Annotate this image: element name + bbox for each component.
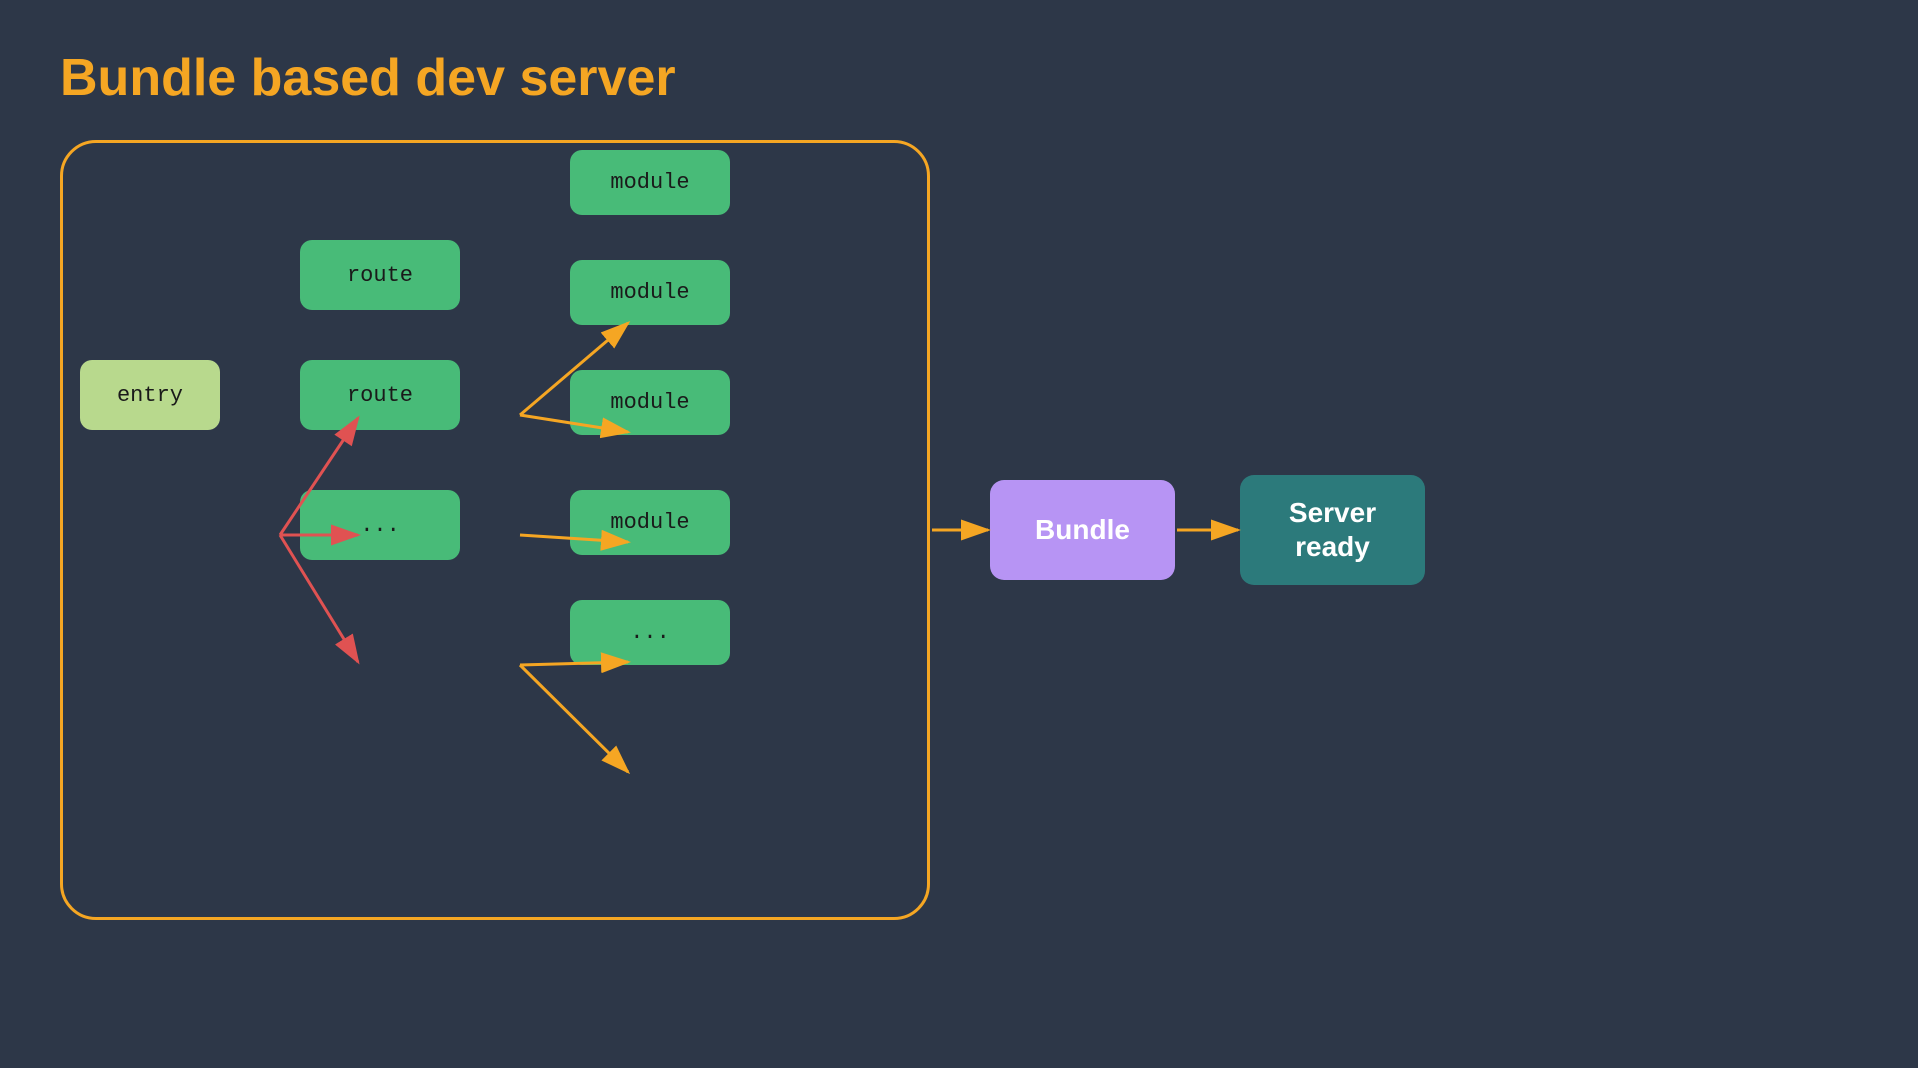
dots2-node: ...	[570, 600, 730, 665]
module3-node: module	[570, 370, 730, 435]
module2-node: module	[570, 260, 730, 325]
route2-node: route	[300, 360, 460, 430]
page-title: Bundle based dev server	[60, 48, 676, 108]
module1-node: module	[570, 150, 730, 215]
outer-bundle-box	[60, 140, 930, 920]
server-ready-node	[1240, 475, 1425, 585]
dots1-node: ...	[300, 490, 460, 560]
bundle-node: Bundle	[990, 480, 1175, 580]
entry-node: entry	[80, 360, 220, 430]
route1-node: route	[300, 240, 460, 310]
module4-node: module	[570, 490, 730, 555]
